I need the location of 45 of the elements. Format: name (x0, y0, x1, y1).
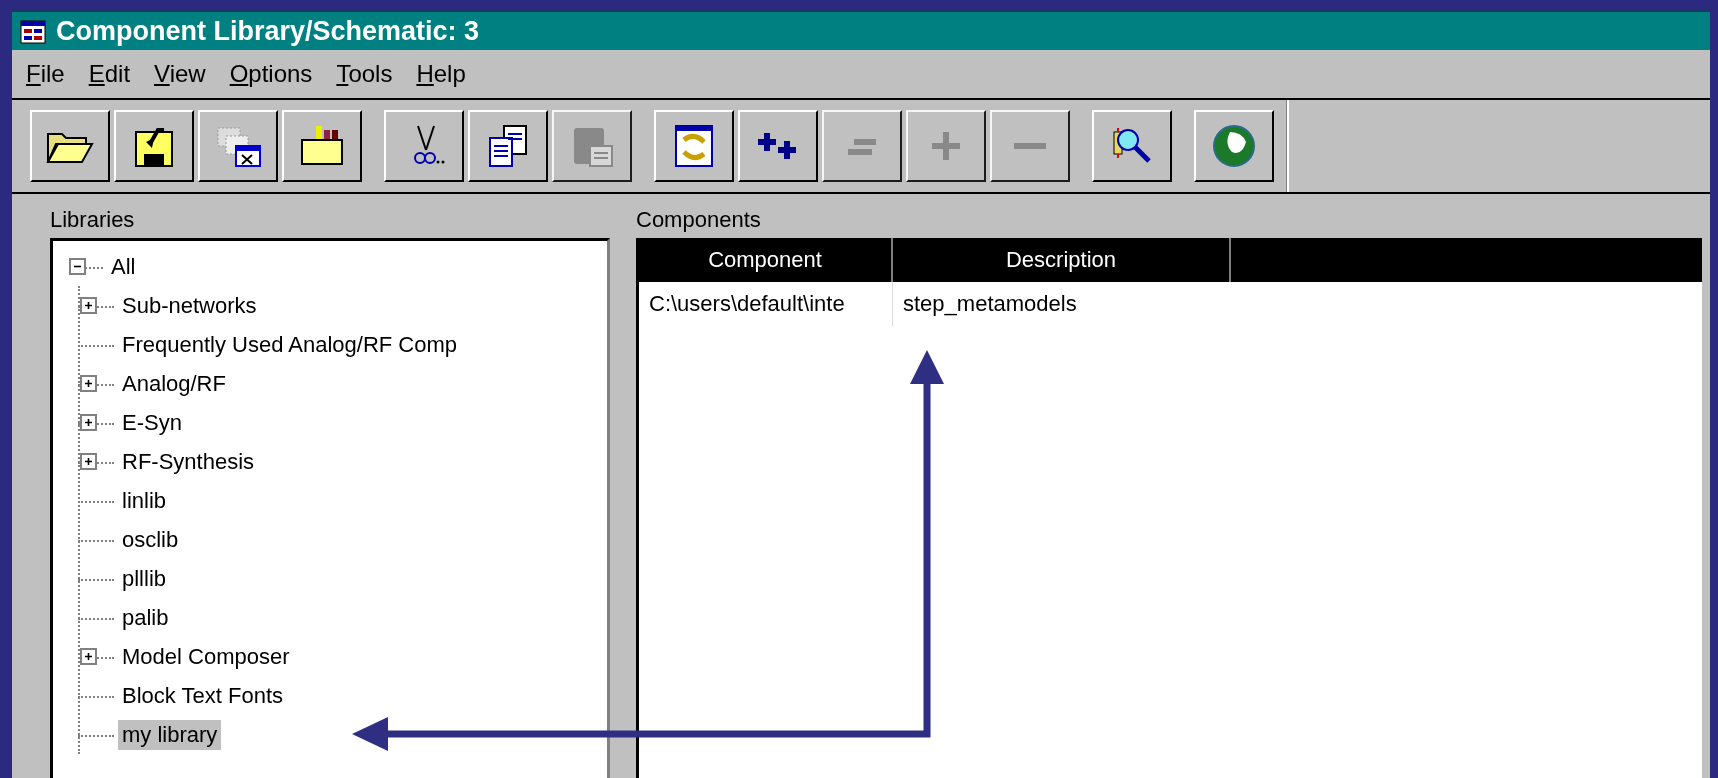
minus-icon (1012, 141, 1048, 151)
panel-label: Components (636, 207, 761, 233)
expand-icon[interactable] (80, 452, 97, 470)
window-arrows-button[interactable] (654, 110, 734, 182)
menu-item[interactable]: Help (408, 58, 474, 90)
column-header[interactable]: Component (639, 238, 893, 282)
double-plus-button[interactable] (738, 110, 818, 182)
globe-button[interactable] (1194, 110, 1274, 182)
menu-item[interactable]: Tools (328, 58, 401, 90)
column-header[interactable]: Description (893, 238, 1231, 282)
tree-item[interactable]: plllib (118, 563, 171, 594)
menu-item[interactable]: File (18, 58, 73, 90)
menu-item[interactable]: View (146, 58, 214, 90)
window-title: Component Library/Schematic: 3 (56, 15, 480, 47)
menu-item[interactable]: Options (221, 58, 321, 90)
tree-item[interactable]: osclib (118, 524, 183, 555)
expand-icon[interactable] (80, 374, 97, 392)
windows-button[interactable] (198, 110, 278, 182)
panel-label: Libraries (50, 207, 135, 233)
menu-item[interactable]: Edit (80, 58, 139, 90)
tree-item[interactable]: my library (118, 719, 222, 750)
tree-item[interactable]: Block Text Fonts (118, 680, 287, 711)
documents-button[interactable] (468, 110, 548, 182)
tree-item[interactable]: Model Composer (118, 641, 294, 672)
tree-item[interactable]: palib (118, 602, 173, 633)
expand-icon[interactable] (80, 296, 97, 314)
folder-books-button[interactable] (282, 110, 362, 182)
expand-icon[interactable] (80, 413, 97, 431)
equals-icon (846, 137, 878, 155)
scissors-button[interactable] (384, 110, 464, 182)
collapse-icon[interactable] (69, 257, 86, 275)
folder-button[interactable] (30, 110, 110, 182)
tree-item[interactable]: linlib (118, 485, 171, 516)
table-cell: C:\users\default\inte (639, 282, 893, 326)
tree-item[interactable]: RF-Synthesis (118, 446, 259, 477)
table-cell-text: step_metamodels (902, 290, 1078, 318)
magnifier-button[interactable] (1092, 110, 1172, 182)
tree-item[interactable]: All (107, 251, 140, 282)
floppy-disk-button[interactable] (114, 110, 194, 182)
tree-item[interactable]: Sub-networks (118, 290, 261, 321)
tree-item[interactable]: Frequently Used Analog/RF Comp (118, 329, 462, 360)
app-icon (20, 18, 46, 44)
tree-item[interactable]: E-Syn (118, 407, 186, 438)
tree-item[interactable]: Analog/RF (118, 368, 230, 399)
expand-icon[interactable] (80, 647, 97, 665)
